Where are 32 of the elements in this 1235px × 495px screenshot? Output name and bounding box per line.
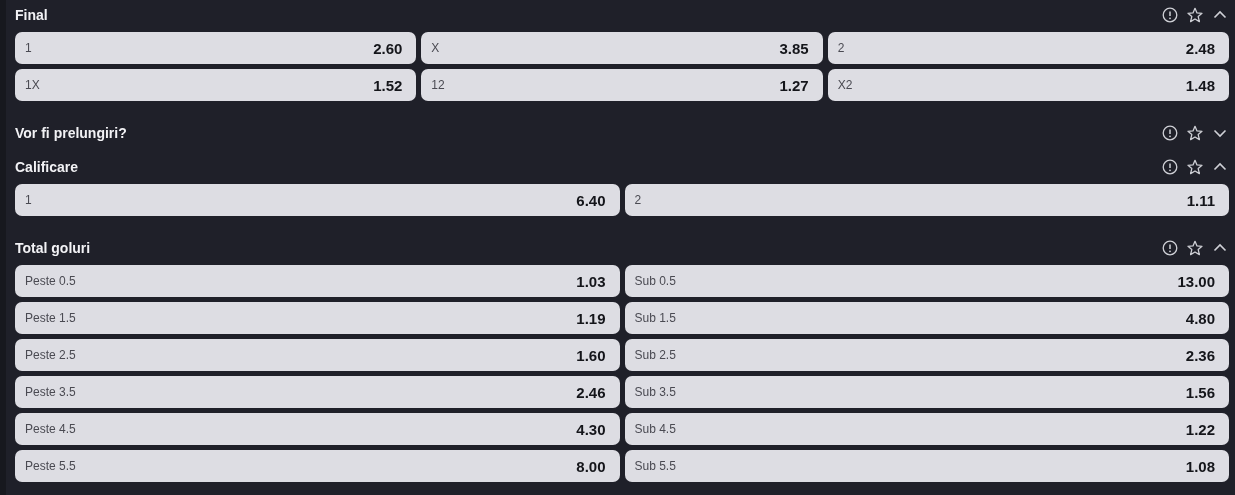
market-title: Calificare: [15, 159, 79, 175]
odds-button[interactable]: Sub 3.5 1.56: [624, 376, 1229, 408]
odds-button[interactable]: Sub 5.5 1.08: [624, 450, 1229, 482]
star-icon[interactable]: [1187, 7, 1203, 23]
market-title: Vor fi prelungiri?: [15, 125, 127, 141]
odds-button[interactable]: Sub 2.5 2.36: [624, 339, 1229, 371]
odds-button[interactable]: Peste 5.5 8.00: [15, 450, 620, 482]
odds-button[interactable]: 2 2.48: [827, 32, 1229, 64]
odds-button[interactable]: Sub 1.5 4.80: [624, 302, 1229, 334]
odds-button[interactable]: 1 2.60: [15, 32, 417, 64]
odds-button[interactable]: Peste 4.5 4.30: [15, 413, 620, 445]
odds-button[interactable]: X 3.85: [421, 32, 823, 64]
odds-button[interactable]: X2 1.48: [827, 69, 1229, 101]
odds-button[interactable]: 1 6.40: [15, 184, 620, 216]
odds-button[interactable]: Peste 3.5 2.46: [15, 376, 620, 408]
odds-button[interactable]: Sub 0.5 13.00: [624, 265, 1229, 297]
market-title: Total goluri: [15, 240, 91, 256]
odds-button[interactable]: Peste 2.5 1.60: [15, 339, 620, 371]
market-title: Final: [15, 7, 48, 23]
info-icon[interactable]: [1162, 240, 1178, 256]
odds-button[interactable]: 12 1.27: [421, 69, 823, 101]
odds-button[interactable]: 2 1.11: [624, 184, 1229, 216]
info-icon[interactable]: [1162, 125, 1178, 141]
star-icon[interactable]: [1187, 125, 1203, 141]
odds-button[interactable]: Peste 0.5 1.03: [15, 265, 620, 297]
star-icon[interactable]: [1187, 240, 1203, 256]
odds-button[interactable]: Peste 1.5 1.19: [15, 302, 620, 334]
odds-button[interactable]: 1X 1.52: [15, 69, 417, 101]
odds-button[interactable]: Sub 4.5 1.22: [624, 413, 1229, 445]
info-icon[interactable]: [1162, 7, 1178, 23]
info-icon[interactable]: [1162, 159, 1178, 175]
star-icon[interactable]: [1187, 159, 1203, 175]
